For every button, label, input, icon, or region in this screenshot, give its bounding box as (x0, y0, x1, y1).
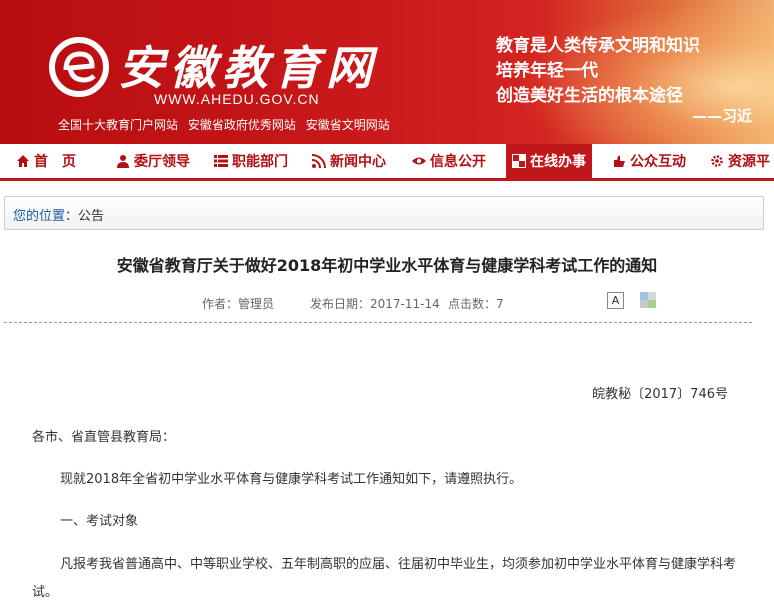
title-divider (4, 322, 752, 323)
nav-label: 首 页 (34, 154, 76, 170)
font-size-button[interactable]: A (607, 292, 624, 309)
breadcrumb-prefix[interactable]: 您的位置 (13, 209, 65, 224)
site-url: WWW.AHEDU.GOV.CN (154, 91, 320, 107)
logo-e-icon (49, 37, 109, 97)
slogan-author: ——习近 (692, 107, 753, 125)
nav-item-home[interactable]: 首 页 (16, 144, 76, 178)
nav-label: 公众互动 (630, 154, 686, 170)
nav-label: 在线办事 (530, 154, 586, 170)
slogan-line: 创造美好生活的根本途径 (496, 86, 683, 106)
nav-label: 职能部门 (232, 154, 288, 170)
honor-item: 安徽省文明网站 (305, 118, 390, 132)
article-author: 作者：管理员 (202, 297, 275, 311)
banner-slogan: 教育是人类传承文明和知识 培养年轻一代 创造美好生活的根本途径 (496, 34, 700, 109)
nav-item-departments[interactable]: 职能部门 (214, 144, 288, 178)
breadcrumb-current[interactable]: 公告 (78, 209, 104, 224)
slogan-line: 培养年轻一代 (496, 61, 598, 81)
salutation: 各市、省直管县教育局： (32, 430, 176, 445)
home-icon (17, 155, 29, 167)
section-heading: 一、考试对象 (60, 514, 139, 529)
breadcrumb: 您的位置：公告 (4, 196, 764, 230)
person-icon (117, 155, 129, 168)
intro-paragraph: 现就2018年全省初中学业水平体育与健康学科考试工作通知如下，请遵照执行。 (60, 472, 523, 487)
grid-icon (512, 154, 526, 168)
gear-icon (711, 155, 723, 167)
honor-item: 全国十大教育门户网站 (58, 118, 179, 132)
eye-icon (412, 157, 426, 165)
slogan-line: 教育是人类传承文明和知识 (496, 36, 700, 56)
nav-item-disclosure[interactable]: 信息公开 (412, 144, 486, 178)
color-scheme-icon[interactable] (640, 292, 656, 308)
article-clicks: 点击数：7 (448, 297, 504, 311)
nav-label: 资源平 (728, 154, 770, 170)
banner-honors: 全国十大教育门户网站 安徽省政府优秀网站 安徽省文明网站 (58, 116, 396, 133)
breadcrumb-separator: ： (65, 209, 79, 224)
nav-item-online-service[interactable]: 在线办事 (506, 144, 592, 178)
nav-item-news[interactable]: 新闻中心 (312, 144, 386, 178)
main-nav: 首 页 委厅领导 职能部门 新闻中心 信息公开 在线办事 公众互动 资源平 (0, 144, 774, 181)
site-banner: 安徽教育网 WWW.AHEDU.GOV.CN 全国十大教育门户网站 安徽省政府优… (0, 0, 774, 144)
nav-label: 委厅领导 (134, 154, 190, 170)
site-logo-text[interactable]: 安徽教育网 (118, 32, 378, 98)
document-number: 皖教秘〔2017〕746号 (592, 387, 728, 402)
nav-item-resources[interactable]: 资源平 (710, 144, 770, 178)
honor-item: 安徽省政府优秀网站 (187, 118, 296, 132)
nav-label: 信息公开 (430, 154, 486, 170)
article-title: 安徽省教育厅关于做好2018年初中学业水平体育与健康学科考试工作的通知 (116, 256, 658, 275)
nav-item-leaders[interactable]: 委厅领导 (116, 144, 190, 178)
body-paragraph: 凡报考我省普通高中、中等职业学校、五年制高职的应届、往届初中毕业生，均须参加初中… (32, 557, 737, 600)
breadcrumb-text: 您的位置：公告 (13, 205, 104, 224)
hand-icon (614, 156, 625, 167)
nav-label: 新闻中心 (330, 154, 386, 170)
rss-icon (312, 154, 326, 168)
article-date: 发布日期：2017-11-14 (310, 297, 440, 311)
list-icon (214, 155, 228, 167)
nav-item-interaction[interactable]: 公众互动 (612, 144, 686, 178)
